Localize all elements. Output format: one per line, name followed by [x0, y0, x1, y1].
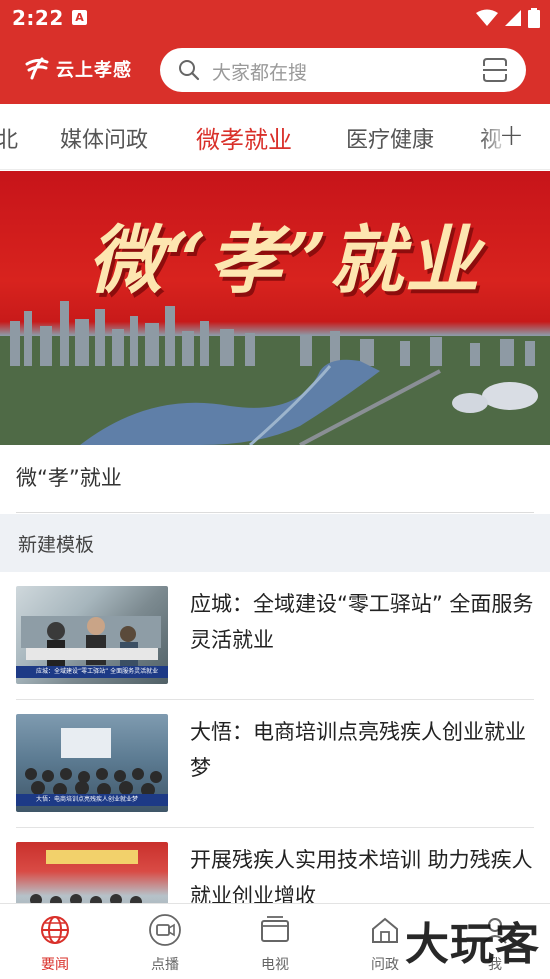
app-logo[interactable]: 云上孝感: [24, 56, 132, 82]
banner[interactable]: 微“孝”就业: [0, 171, 550, 445]
news-item[interactable]: 大悟：电商培训点亮残疾人创业就业梦 大悟：电商培训点亮残疾人创业就业梦: [16, 700, 534, 828]
news-title: 应城：全域建设“零工驿站” 全面服务灵活就业: [190, 592, 534, 652]
wifi-icon: [476, 9, 498, 26]
status-icons: [476, 8, 540, 28]
app-header: 云上孝感 大家都在搜: [0, 36, 550, 104]
signal-icon: [505, 10, 521, 26]
nav-news[interactable]: 要闻: [15, 912, 95, 974]
thumbnail-caption: 大悟：电商培训点亮残疾人创业就业梦: [16, 794, 168, 806]
search-bar[interactable]: 大家都在搜: [160, 48, 526, 92]
divider: [16, 512, 534, 513]
news-thumbnail: 大悟：电商培训点亮残疾人创业就业梦: [16, 714, 168, 812]
section-caption: 微“孝”就业: [16, 466, 122, 490]
status-bar: 2:22 A: [0, 0, 550, 36]
battery-icon: [528, 8, 540, 28]
tab-employment[interactable]: 微孝就业: [196, 120, 292, 155]
logo-icon: [25, 57, 49, 80]
news-item[interactable]: 应城：全域建设“零工驿站” 全面服务灵活就业 应城：全域建设“零工驿站” 全面服…: [16, 572, 534, 700]
search-icon: [179, 60, 200, 81]
globe-icon: [41, 916, 69, 944]
news-thumbnail: 应城：全域建设“零工驿站” 全面服务灵活就业: [16, 586, 168, 684]
group-title: 新建模板: [18, 534, 95, 556]
watermark: 大玩客: [405, 919, 540, 970]
video-icon: [149, 914, 181, 946]
nav-tv[interactable]: 电视: [235, 912, 315, 974]
tab-media-politics[interactable]: 媒体问政: [60, 122, 148, 154]
notification-icon: A: [72, 10, 87, 25]
banner-title: 微“孝”就业: [88, 218, 482, 304]
news-title: 大悟：电商培训点亮残疾人创业就业梦: [190, 720, 526, 780]
channel-tabs: 北 媒体问政 微孝就业 医疗健康 视 +: [0, 104, 550, 170]
nav-vod[interactable]: 点播: [125, 912, 205, 974]
nav-label: 点播: [151, 957, 179, 973]
nav-label: 要闻: [41, 957, 69, 973]
tv-icon: [261, 916, 289, 942]
home-icon: [372, 917, 398, 943]
thumbnail-caption: 应城：全域建设“零工驿站” 全面服务灵活就业: [16, 666, 168, 678]
search-input[interactable]: 大家都在搜: [212, 58, 307, 85]
tab-previous[interactable]: 北: [0, 122, 18, 154]
tab-health[interactable]: 医疗健康: [346, 122, 434, 154]
app-name: 云上孝感: [56, 60, 132, 81]
status-time: 2:22: [12, 6, 64, 30]
nav-label: 电视: [261, 957, 289, 973]
scan-icon[interactable]: [482, 57, 508, 83]
add-channel-icon[interactable]: +: [499, 118, 524, 153]
group-header: 新建模板: [0, 514, 550, 572]
